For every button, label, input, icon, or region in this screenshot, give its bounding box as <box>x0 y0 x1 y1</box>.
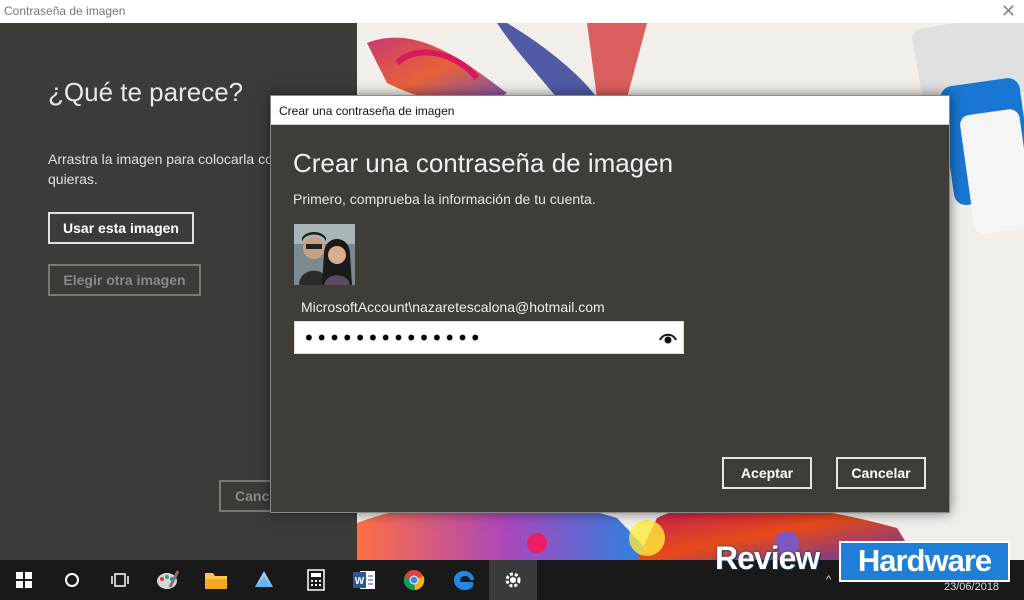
left-heading: ¿Qué te parece? <box>48 77 244 107</box>
chrome-icon[interactable] <box>390 560 438 600</box>
create-picture-password-dialog: Crear una contraseña de imagen Crear una… <box>270 95 950 513</box>
eye-icon[interactable] <box>659 331 677 345</box>
dialog-subheading: Primero, comprueba la información de tu … <box>293 191 596 207</box>
settings-icon[interactable] <box>489 560 537 600</box>
watermark-hardware: Hardware <box>839 541 1010 582</box>
close-icon[interactable]: ✕ <box>1001 1 1016 21</box>
task-view-icon[interactable] <box>96 560 144 600</box>
dialog-heading: Crear una contraseña de imagen <box>293 148 674 178</box>
calculator-icon[interactable] <box>292 560 340 600</box>
accept-button[interactable]: Aceptar <box>722 457 812 489</box>
windows-start-icon[interactable] <box>0 560 48 600</box>
choose-other-image-button[interactable]: Elegir otra imagen <box>48 264 201 296</box>
svg-text:W: W <box>355 576 365 587</box>
window-titlebar: Contraseña de imagen ✕ <box>0 0 1024 23</box>
cortana-icon[interactable] <box>48 560 96 600</box>
left-description: Arrastra la imagen para colocarla co qui… <box>48 151 273 187</box>
clock-date[interactable]: 23/06/2018 <box>944 581 999 593</box>
dialog-titlebar-text: Crear una contraseña de imagen <box>279 104 455 118</box>
file-explorer-icon[interactable] <box>192 560 240 600</box>
edge-icon[interactable] <box>440 560 488 600</box>
mail-app-icon[interactable] <box>240 560 288 600</box>
dialog-titlebar: Crear una contraseña de imagen <box>271 96 949 125</box>
avatar <box>294 224 355 285</box>
watermark-review: Review <box>715 540 820 576</box>
cancel-button[interactable]: Cancelar <box>836 457 926 489</box>
password-input[interactable] <box>303 326 643 350</box>
account-name: MicrosoftAccount\nazaretescalona@hotmail… <box>301 299 605 315</box>
chevron-up-icon[interactable]: ^ <box>826 574 831 586</box>
window-title: Contraseña de imagen <box>4 4 126 18</box>
use-image-button[interactable]: Usar esta imagen <box>48 212 194 244</box>
avatar-photo <box>294 224 355 285</box>
password-field[interactable] <box>294 321 684 354</box>
paint-icon[interactable] <box>144 560 192 600</box>
word-icon[interactable]: W <box>340 560 388 600</box>
